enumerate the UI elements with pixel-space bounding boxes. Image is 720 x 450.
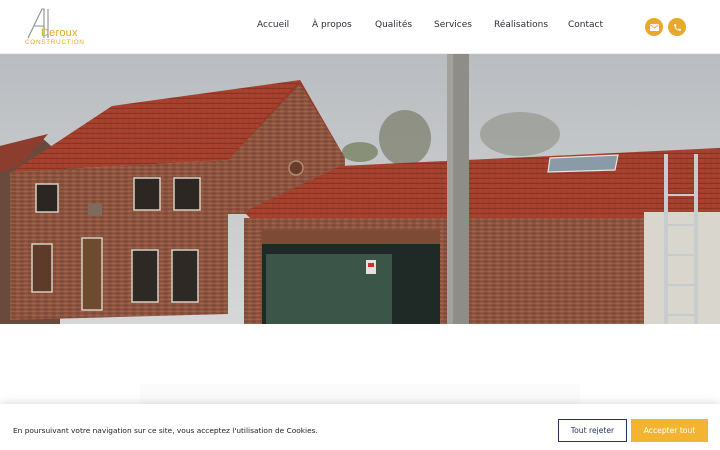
cookie-message: En poursuivant votre navigation sur ce s… [13, 426, 318, 435]
phone-button[interactable] [668, 18, 686, 36]
nav-item-accueil[interactable]: Accueil [257, 20, 289, 30]
nav-item-qualites[interactable]: Qualités [375, 20, 412, 30]
nav-item-contact[interactable]: Contact [568, 20, 603, 30]
hero-image [0, 54, 720, 324]
site-header: Deroux CONSTRUCTION Accueil À propos Qua… [0, 0, 720, 54]
reject-all-button[interactable]: Tout rejeter [558, 419, 627, 442]
phone-icon [673, 23, 681, 31]
nav-item-services[interactable]: Services [434, 20, 472, 30]
brand-name: Deroux [41, 27, 78, 39]
house-photo [0, 54, 720, 324]
brand-logo[interactable]: Deroux CONSTRUCTION [24, 6, 84, 48]
nav-item-a-propos[interactable]: À propos [312, 20, 352, 30]
envelope-icon [649, 23, 659, 31]
accept-all-button[interactable]: Accepter tout [631, 419, 708, 442]
nav-item-realisations[interactable]: Réalisations [494, 20, 548, 30]
cookie-banner: En poursuivant votre navigation sur ce s… [0, 404, 720, 450]
email-button[interactable] [645, 18, 663, 36]
brand-subtitle: CONSTRUCTION [25, 39, 85, 46]
